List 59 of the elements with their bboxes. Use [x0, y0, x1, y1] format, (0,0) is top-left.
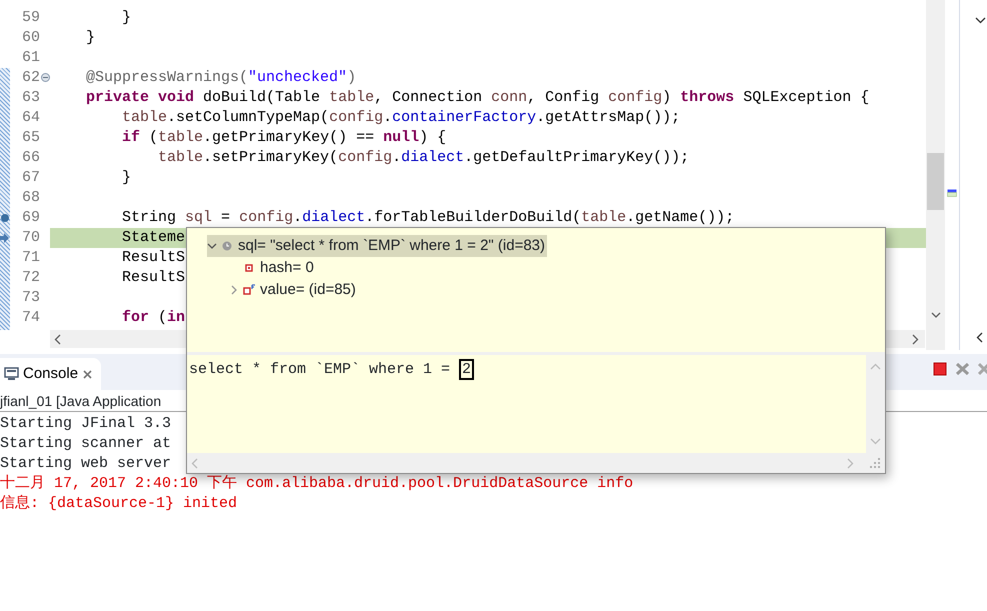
- variable-row[interactable]: hash= 0: [229, 257, 316, 279]
- overview-marker[interactable]: [947, 189, 957, 197]
- scroll-left-icon[interactable]: [54, 334, 61, 345]
- console-line: 信息: {dataSource-1} inited: [0, 494, 238, 514]
- code-line: }: [121, 9, 132, 26]
- variable-row[interactable]: sql= "select * from `EMP` where 1 = 2" (id=83): [207, 235, 548, 257]
- console-line: Starting scanner at: [0, 434, 172, 454]
- chevron-right-icon[interactable]: [229, 285, 239, 295]
- code-line: for (in: [121, 309, 186, 326]
- line-number: 71: [22, 249, 40, 266]
- vertical-scrollbar[interactable]: [926, 0, 945, 350]
- line-number: 72: [22, 269, 40, 286]
- line-number: 73: [22, 289, 40, 306]
- code-line: table.setPrimaryKey(config.dialect.getDefaultPrimaryKey());: [157, 149, 690, 166]
- scroll-right-icon[interactable]: [912, 334, 919, 345]
- console-line: Starting web server: [0, 454, 172, 474]
- scroll-down-icon[interactable]: [931, 312, 941, 319]
- instruction-pointer-icon: [0, 233, 9, 243]
- code-line: table.setColumnTypeMap(config.containerFactory.getAttrsMap());: [121, 109, 680, 126]
- line-number: 74: [22, 309, 40, 326]
- scroll-left-icon[interactable]: [976, 332, 983, 343]
- line-number: 70: [22, 229, 40, 246]
- console-line: 十二月 17, 2017 2:40:10 下午 com.alibaba.druid.pool.DruidDataSource info: [0, 474, 634, 494]
- line-number: 59: [22, 9, 40, 26]
- code-line: ResultS: [121, 249, 186, 266]
- line-number: 60: [22, 29, 40, 46]
- line-number: 66: [22, 149, 40, 166]
- line-number: 67: [22, 169, 40, 186]
- code-line: String sql = config.dialect.forTableBuilderDoBuild(table.getName());: [121, 209, 734, 226]
- code-line: Stateme: [121, 229, 186, 246]
- resize-grip-icon[interactable]: [870, 458, 881, 468]
- variable-row[interactable]: value= (id=85): [229, 279, 358, 301]
- scroll-thumb[interactable]: [927, 153, 944, 210]
- line-number: 68: [22, 189, 40, 206]
- field-icon: [243, 284, 256, 296]
- code-line: @SuppressWarnings("unchecked"): [85, 69, 356, 86]
- code-line: private void doBuild(Table table, Connection conn, Config config) throws SQLException {: [85, 89, 870, 106]
- remove-icon[interactable]: [955, 362, 970, 376]
- console-line: Starting JFinal 3.3: [0, 414, 172, 434]
- console-tab[interactable]: Console: [0, 358, 102, 390]
- code-line: }: [85, 29, 96, 46]
- code-line: }: [121, 169, 132, 186]
- chevron-down-icon[interactable]: [975, 17, 986, 24]
- close-icon[interactable]: [82, 368, 94, 380]
- monitor-icon: [4, 367, 19, 381]
- line-number: 69: [22, 209, 40, 226]
- line-number: 63: [22, 89, 40, 106]
- stop-icon[interactable]: [933, 362, 947, 376]
- line-number: 61: [22, 49, 40, 66]
- value-detail-text[interactable]: select * from `EMP` where 1 = 2: [187, 355, 866, 453]
- line-number: 65: [22, 129, 40, 146]
- breakpoint-icon[interactable]: [0, 213, 10, 223]
- local-variable-icon: [221, 240, 234, 252]
- line-number: 64: [22, 109, 40, 126]
- line-number: 62: [22, 69, 40, 86]
- collapse-icon[interactable]: [41, 73, 50, 82]
- code-line: ResultS: [121, 269, 186, 286]
- code-line: if (table.getPrimaryKey() == null) {: [121, 129, 446, 146]
- field-icon: [243, 262, 256, 274]
